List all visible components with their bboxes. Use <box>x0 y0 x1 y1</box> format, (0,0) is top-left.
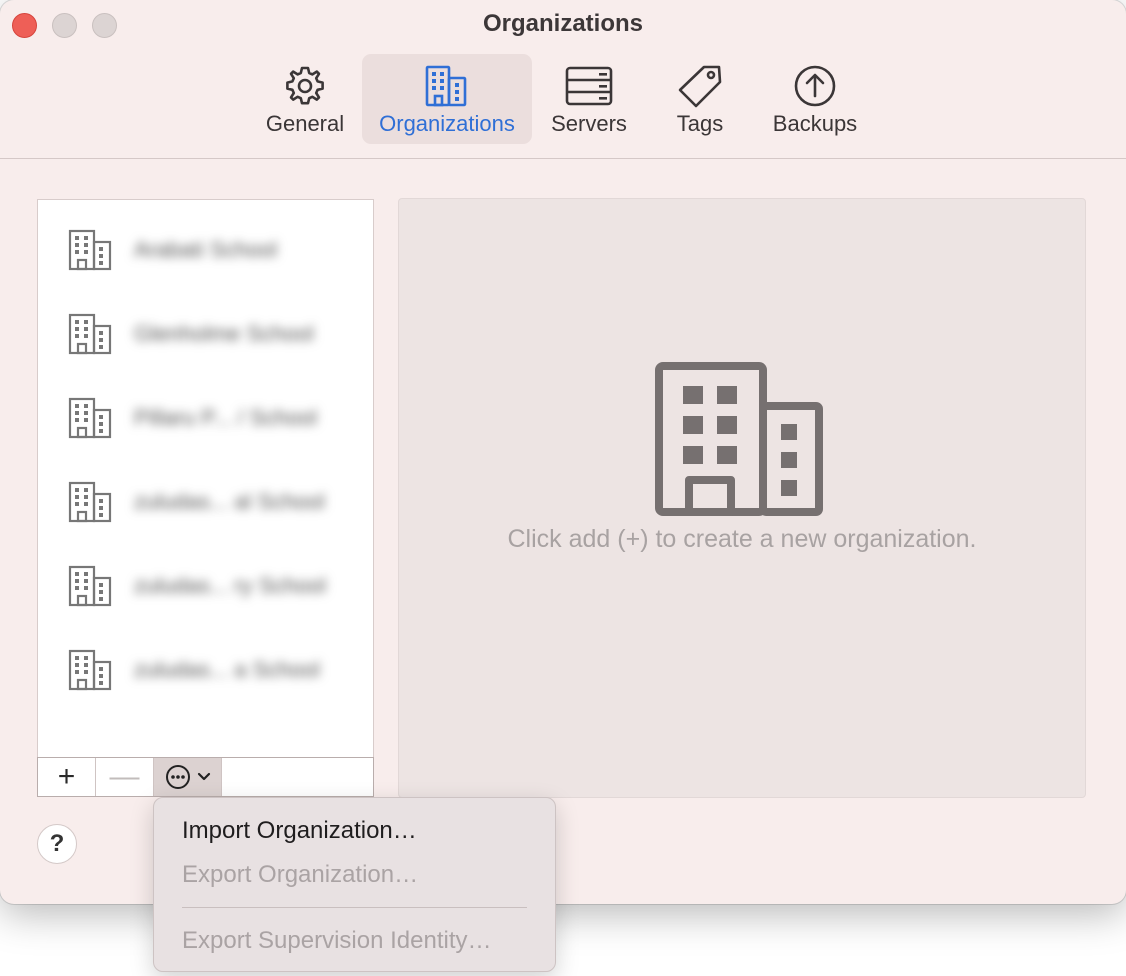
tab-organizations[interactable]: Organizations <box>362 54 532 144</box>
help-button[interactable]: ? <box>37 824 77 864</box>
organization-name: Arabati School <box>134 237 278 262</box>
list-item[interactable]: Pillaru P... / School <box>38 385 373 445</box>
list-item[interactable]: Arabati School <box>38 217 373 277</box>
building-icon <box>68 397 114 444</box>
tab-general-label: General <box>265 111 345 136</box>
remove-organization-button[interactable]: — <box>96 758 154 796</box>
organization-list[interactable]: Arabati School Glenholme School Pillaru … <box>37 199 374 757</box>
chevron-down-icon <box>197 772 210 781</box>
menu-item-export-supervision-identity[interactable]: Export Supervision Identity… <box>182 927 491 955</box>
more-actions-button[interactable] <box>154 758 222 796</box>
organization-name: Glenholme School <box>134 321 314 346</box>
menu-divider <box>182 907 527 908</box>
organization-name: zuludas... al School <box>134 489 325 514</box>
detail-pane: Click add (+) to create a new organizati… <box>398 198 1086 798</box>
ellipsis-circle-icon <box>165 765 210 789</box>
menu-item-import-organization[interactable]: Import Organization… <box>182 817 417 845</box>
organization-name: Pillaru P... / School <box>134 405 318 430</box>
menu-item-export-organization[interactable]: Export Organization… <box>182 861 418 889</box>
window-title: Organizations <box>482 10 644 37</box>
building-icon <box>68 313 114 360</box>
organization-name: zuludas... ry School <box>134 573 326 598</box>
list-item[interactable]: Glenholme School <box>38 301 373 361</box>
upload-arrow-icon <box>794 65 836 107</box>
add-organization-button[interactable]: + <box>38 758 96 796</box>
list-item[interactable]: zuludas... ry School <box>38 553 373 613</box>
tab-tags-label: Tags <box>676 111 724 136</box>
building-icon <box>68 649 114 696</box>
preferences-window: Organizations General Organizations Serv… <box>0 0 1126 904</box>
gear-icon <box>286 66 324 105</box>
organization-name: zuludas... a School <box>134 657 320 682</box>
server-icon <box>565 66 613 106</box>
tab-servers-label: Servers <box>551 111 627 136</box>
list-item[interactable]: zuludas... al School <box>38 469 373 529</box>
buildings-placeholder-icon <box>655 362 823 516</box>
building-icon <box>68 481 114 528</box>
list-action-bar: + — <box>37 757 374 797</box>
tab-backups[interactable]: Backups <box>765 54 865 144</box>
buildings-icon <box>425 65 467 107</box>
tab-general[interactable]: General <box>259 54 351 144</box>
building-icon <box>68 229 114 276</box>
tag-icon <box>678 65 722 108</box>
empty-state-hint: Click add (+) to create a new organizati… <box>507 525 977 553</box>
list-item[interactable]: zuludas... a School <box>38 637 373 697</box>
toolbar-divider <box>0 158 1126 159</box>
more-actions-menu: Import Organization… Export Organization… <box>153 797 556 972</box>
tab-backups-label: Backups <box>772 111 858 136</box>
tab-servers[interactable]: Servers <box>544 54 634 144</box>
tab-tags[interactable]: Tags <box>660 54 740 144</box>
building-icon <box>68 565 114 612</box>
tab-organizations-label: Organizations <box>379 111 515 136</box>
toolbar: General Organizations Servers Tags Backu… <box>0 54 1126 146</box>
